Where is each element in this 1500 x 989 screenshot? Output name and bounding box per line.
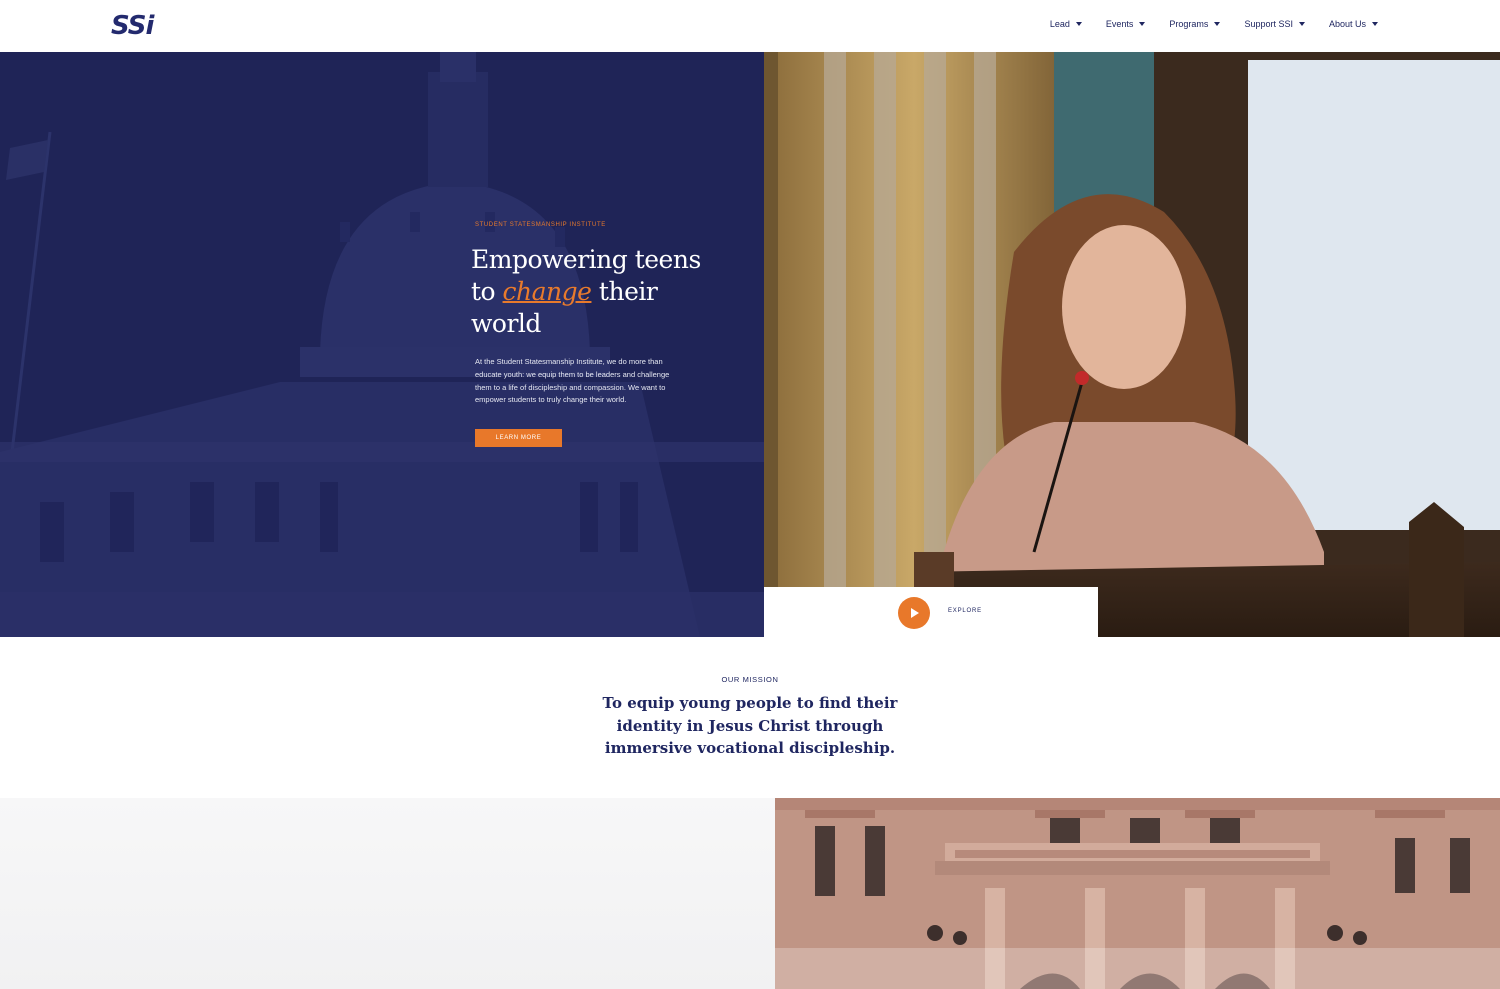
caret-down-icon [1298, 22, 1305, 26]
hero-eyebrow: STUDENT STATESMANSHIP INSTITUTE [475, 222, 606, 228]
hero-photo [764, 52, 1500, 637]
caret-down-icon [1214, 22, 1221, 26]
nav-item-label: Events [1105, 19, 1134, 29]
play-button[interactable] [898, 597, 930, 629]
nav-item-support[interactable]: Support SSI [1244, 19, 1305, 29]
ssi-logo[interactable]: SSi [111, 11, 154, 41]
hero-body-text: At the Student Statesmanship Institute, … [475, 357, 670, 405]
building-facade-image [775, 798, 1500, 989]
explore-label[interactable]: EXPLORE [948, 608, 982, 614]
mission-statement: To equip young people to find their iden… [602, 694, 898, 757]
nav-item-label: Lead [1049, 19, 1070, 29]
nav-item-label: Support SSI [1244, 19, 1293, 29]
hero-left-panel: STUDENT STATESMANSHIP INSTITUTE Empoweri… [0, 52, 764, 637]
nav-item-lead[interactable]: Lead [1050, 19, 1082, 29]
nav-item-about[interactable]: About Us [1329, 19, 1378, 29]
main-nav: Lead Events Programs Support SSI About U… [1026, 19, 1378, 29]
hero-text-block: STUDENT STATESMANSHIP INSTITUTE Empoweri… [471, 222, 721, 448]
nav-item-label: Programs [1169, 19, 1209, 29]
headline-accent: change [502, 277, 592, 306]
mission-eyebrow: OUR MISSION [721, 675, 779, 684]
caret-down-icon [1075, 22, 1082, 26]
caret-down-icon [1139, 22, 1146, 26]
site-header: SSi Lead Events Programs Support SSI Abo… [0, 0, 1500, 52]
hero-headline: Empowering teens to change their world [471, 244, 721, 340]
learn-more-button[interactable]: LEARN MORE [475, 429, 562, 448]
caret-down-icon [1372, 22, 1378, 26]
play-icon [911, 608, 919, 618]
speaker-photo [764, 52, 1500, 637]
nav-item-programs[interactable]: Programs [1169, 19, 1221, 29]
explore-box: EXPLORE [764, 587, 1098, 637]
bottom-left-panel [0, 798, 775, 989]
nav-item-label: About Us [1328, 19, 1366, 29]
building-facade-photo [775, 798, 1500, 989]
nav-item-events[interactable]: Events [1106, 19, 1146, 29]
